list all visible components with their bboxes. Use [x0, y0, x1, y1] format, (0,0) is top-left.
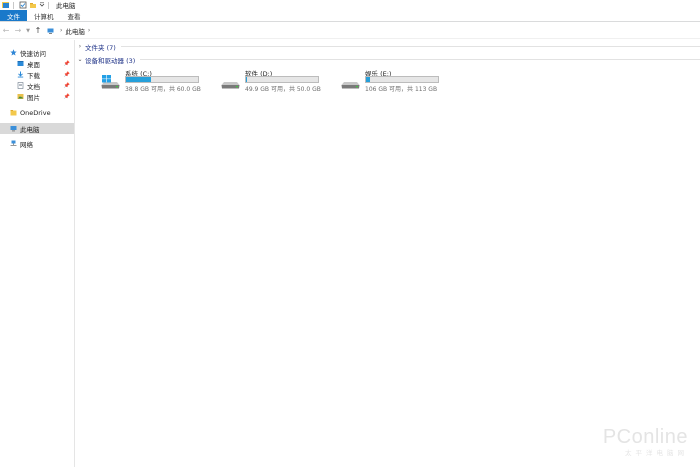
onedrive-folder-icon — [10, 109, 17, 116]
desktop-folder-icon — [17, 60, 24, 67]
group-divider — [120, 46, 700, 47]
hard-drive-icon — [221, 75, 240, 89]
star-icon — [10, 49, 17, 56]
drive-usage-bar — [125, 76, 199, 83]
drive-usage-bar — [365, 76, 439, 83]
download-arrow-icon — [17, 71, 24, 78]
sidebar-item-desktop[interactable]: 桌面 📌 — [0, 58, 74, 69]
system-drive-icon — [101, 75, 120, 89]
sidebar-item-label: 文档 — [27, 82, 40, 91]
drive-space-info: 106 GB 可用，共 113 GB — [365, 86, 438, 93]
computer-icon — [10, 125, 17, 132]
pin-icon[interactable]: 📌 — [64, 83, 70, 89]
sidebar-item-label: 网络 — [20, 140, 33, 149]
breadcrumb-chevron-icon[interactable]: › — [60, 27, 62, 34]
pin-icon[interactable]: 📌 — [64, 61, 70, 67]
drive-usage-fill — [126, 77, 152, 82]
drive-usage-fill — [366, 77, 371, 82]
explorer-icon[interactable] — [2, 1, 10, 9]
group-header-folders[interactable]: › 文件夹 (7) — [75, 42, 700, 52]
sidebar-item-downloads[interactable]: 下载 📌 — [0, 69, 74, 80]
drive-item-e[interactable]: 娱乐 (E:) 106 GB 可用，共 113 GB — [341, 68, 451, 94]
navigation-pane: 快速访问 桌面 📌 下载 📌 文档 📌 图片 📌 OneDrive 此电脑 网络 — [0, 40, 75, 467]
chevron-down-icon[interactable]: ⌄ — [75, 56, 85, 63]
sidebar-item-label: 下载 — [27, 71, 40, 80]
sidebar-item-onedrive[interactable]: OneDrive — [0, 107, 74, 118]
customize-dropdown-icon[interactable] — [39, 1, 45, 9]
toolbar-separator — [13, 1, 14, 9]
quick-access-toolbar — [0, 0, 52, 10]
properties-icon[interactable] — [19, 1, 27, 9]
sidebar-item-label: 快速访问 — [20, 49, 46, 58]
window-title: 此电脑 — [56, 2, 76, 10]
document-icon — [17, 82, 24, 89]
group-label: 文件夹 (7) — [85, 43, 116, 52]
forward-arrow-icon[interactable]: → — [12, 24, 24, 38]
sidebar-item-this-pc[interactable]: 此电脑 — [0, 123, 74, 134]
sidebar-item-label: 图片 — [27, 93, 40, 102]
sidebar-item-documents[interactable]: 文档 📌 — [0, 80, 74, 91]
sidebar-item-label: OneDrive — [20, 108, 51, 117]
new-folder-icon[interactable] — [29, 1, 37, 9]
group-header-devices-and-drives[interactable]: ⌄ 设备和驱动器 (3) — [75, 55, 700, 65]
tab-view[interactable]: 查看 — [61, 10, 88, 21]
back-arrow-icon[interactable]: ← — [0, 24, 12, 38]
chevron-right-icon[interactable]: › — [75, 43, 85, 50]
toolbar-separator — [48, 1, 49, 9]
group-divider — [140, 59, 700, 60]
tab-file[interactable]: 文件 — [0, 10, 27, 21]
drive-space-info: 38.8 GB 可用，共 60.0 GB — [125, 86, 201, 93]
drive-space-info: 49.9 GB 可用，共 50.0 GB — [245, 86, 321, 93]
sidebar-item-label: 桌面 — [27, 60, 40, 69]
tab-computer[interactable]: 计算机 — [27, 10, 61, 21]
file-list-pane: › 文件夹 (7) ⌄ 设备和驱动器 (3) 系统 (C:) 38.8 GB 可… — [75, 40, 700, 467]
drive-item-c[interactable]: 系统 (C:) 38.8 GB 可用，共 60.0 GB — [101, 68, 211, 94]
picture-icon — [17, 93, 24, 100]
this-pc-icon — [47, 28, 54, 34]
sidebar-item-pictures[interactable]: 图片 📌 — [0, 91, 74, 102]
breadcrumb-this-pc[interactable]: 此电脑 — [65, 26, 85, 36]
sidebar-item-label: 此电脑 — [20, 125, 40, 134]
drive-item-d[interactable]: 软件 (D:) 49.9 GB 可用，共 50.0 GB — [221, 68, 331, 94]
up-arrow-icon[interactable]: ↑ — [32, 24, 44, 38]
breadcrumb-chevron-icon[interactable]: › — [88, 27, 90, 34]
recent-locations-chevron-icon[interactable]: ▼ — [24, 24, 32, 38]
group-label: 设备和驱动器 (3) — [85, 56, 136, 65]
sidebar-item-quick-access[interactable]: 快速访问 — [0, 47, 74, 58]
pin-icon[interactable]: 📌 — [64, 94, 70, 100]
navigation-bar: ← → ▼ ↑ › 此电脑 › — [0, 23, 700, 39]
watermark-logo: PConline — [602, 426, 688, 448]
title-bar: 此电脑 — [0, 0, 700, 10]
sidebar-item-network[interactable]: 网络 — [0, 138, 74, 149]
watermark: PConline 太平洋电脑网 — [603, 426, 688, 457]
address-bar[interactable]: › 此电脑 › — [47, 25, 700, 37]
pin-icon[interactable]: 📌 — [64, 72, 70, 78]
hard-drive-icon — [341, 75, 360, 89]
network-icon — [10, 140, 17, 147]
drive-usage-bar — [245, 76, 319, 83]
ribbon-tabs: 文件 计算机 查看 — [0, 10, 700, 22]
